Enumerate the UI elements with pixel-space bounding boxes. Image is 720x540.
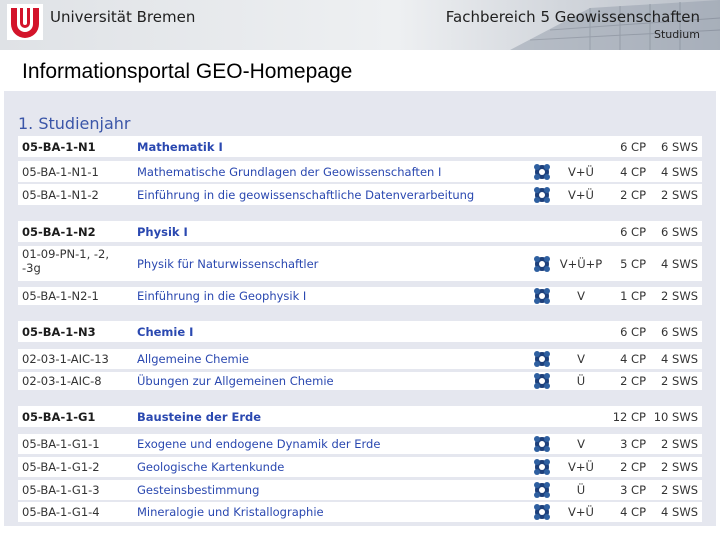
course-type: V+Ü (568, 188, 594, 202)
course-code: 01-09-PN-1, -2, -3g (22, 247, 109, 275)
course-title-link[interactable]: Geologische Kartenkunde (137, 460, 284, 474)
course-code-text-2: -3g (22, 261, 41, 275)
course-code: 02-03-1-AIC-13 (22, 352, 109, 366)
faculty-title: Fachbereich 5 Geowissenschaften (445, 8, 700, 26)
course-sws: 2 SWS (661, 460, 698, 474)
module-row: 05-BA-1-G1 Bausteine der Erde 12 CP 10 SWS (18, 406, 702, 427)
course-credit-points: 1 CP (620, 289, 646, 303)
module-title-link[interactable]: Chemie I (137, 325, 193, 339)
course-sws: 2 SWS (661, 437, 698, 451)
course-sws: 2 SWS (661, 483, 698, 497)
course-code-text: 05-BA-1-N1-2 (22, 188, 99, 202)
module-title-link[interactable]: Physik I (137, 225, 188, 239)
course-code: 05-BA-1-N1-1 (22, 165, 99, 179)
course-title-link[interactable]: Mineralogie und Kristallographie (137, 505, 324, 519)
course-sws: 2 SWS (661, 188, 698, 202)
module-sws: 6 SWS (661, 140, 698, 154)
course-credit-points: 5 CP (620, 257, 646, 271)
module-credit-points: 6 CP (620, 225, 646, 239)
course-title-link[interactable]: Übungen zur Allgemeinen Chemie (137, 374, 334, 388)
course-row: 02-03-1-AIC-13 Allgemeine Chemie V 4 CP 4 SW… (18, 349, 702, 369)
course-row: 02-03-1-AIC-8 Übungen zur Allgemeinen Che… (18, 372, 702, 390)
course-code-text: 05-BA-1-G1-2 (22, 460, 100, 474)
course-sws: 4 SWS (661, 352, 698, 366)
module-code: 05-BA-1-G1 (22, 410, 96, 424)
module-credit-points: 6 CP (620, 140, 646, 154)
course-row: 05-BA-1-G1-4 Mineralogie und Kristallogra… (18, 502, 702, 522)
course-type: V+Ü (568, 505, 594, 519)
course-credit-points: 3 CP (620, 437, 646, 451)
course-row: 05-BA-1-G1-1 Exogene und endogene Dynamik… (18, 434, 702, 454)
course-sws: 4 SWS (661, 257, 698, 271)
year-heading: 1. Studienjahr (18, 114, 131, 133)
course-type: V+Ü+P (559, 257, 603, 271)
module-row: 05-BA-1-N2 Physik I 6 CP 6 SWS (18, 221, 702, 242)
course-credit-points: 2 CP (620, 188, 646, 202)
university-name[interactable]: Universität Bremen (50, 8, 195, 26)
section-label[interactable]: Studium (654, 28, 700, 41)
course-row: 05-BA-1-N2-1 Einführung in die Geophysik … (18, 287, 702, 305)
course-code-text: 05-BA-1-G1-4 (22, 505, 100, 519)
course-code-text: 02-03-1-AIC-13 (22, 352, 109, 366)
course-credit-points: 2 CP (620, 460, 646, 474)
module-row: 05-BA-1-N1 Mathematik I 6 CP 6 SWS (18, 136, 702, 157)
course-code: 05-BA-1-G1-3 (22, 483, 100, 497)
course-title-link[interactable]: Physik für Naturwissenschaftler (137, 257, 318, 271)
course-code-text: 01-09-PN-1, -2, (22, 247, 110, 261)
course-code-text: 05-BA-1-N2-1 (22, 289, 99, 303)
course-code: 05-BA-1-G1-4 (22, 505, 100, 519)
module-code: 05-BA-1-N2 (22, 225, 96, 239)
course-code: 05-BA-1-N2-1 (22, 289, 99, 303)
module-code: 05-BA-1-N3 (22, 325, 96, 339)
course-sws: 4 SWS (661, 505, 698, 519)
module-credit-points: 12 CP (612, 410, 646, 424)
course-credit-points: 4 CP (620, 505, 646, 519)
module-row: 05-BA-1-N3 Chemie I 6 CP 6 SWS (18, 321, 702, 342)
course-credit-points: 4 CP (620, 165, 646, 179)
module-title-link[interactable]: Bausteine der Erde (137, 410, 261, 424)
course-sws: 2 SWS (661, 374, 698, 388)
module-sws: 6 SWS (661, 225, 698, 239)
course-row: 05-BA-1-N1-2 Einführung in die geowissens… (18, 184, 702, 205)
course-table: 1. Studienjahr 05-BA-1-N1 Mathematik I 6 C… (4, 91, 716, 526)
course-code: 05-BA-1-N1-2 (22, 188, 99, 202)
course-row: 01-09-PN-1, -2, -3g Physik für Naturwissen… (18, 246, 702, 281)
site-header: Universität Bremen Fachbereich 5 Geowiss… (0, 0, 720, 50)
course-title-link[interactable]: Mathematische Grundlagen der Geowissensc… (137, 165, 441, 179)
course-title-link[interactable]: Einführung in die geowissenschaftliche D… (137, 188, 474, 202)
course-title-link[interactable]: Einführung in die Geophysik I (137, 289, 306, 303)
course-sws: 2 SWS (661, 289, 698, 303)
course-row: 05-BA-1-N1-1 Mathematische Grundlagen der… (18, 161, 702, 182)
course-code-text: 05-BA-1-N1-1 (22, 165, 99, 179)
course-sws: 4 SWS (661, 165, 698, 179)
course-code-text: 02-03-1-AIC-8 (22, 374, 102, 388)
module-code: 05-BA-1-N1 (22, 140, 96, 154)
course-title-link[interactable]: Exogene und endogene Dynamik der Erde (137, 437, 380, 451)
course-type: V (577, 352, 585, 366)
course-type: Ü (576, 374, 586, 388)
page-title: Informationsportal GEO-Homepage (22, 60, 353, 83)
course-type: V+Ü (568, 165, 594, 179)
course-code: 02-03-1-AIC-8 (22, 374, 102, 388)
course-title-link[interactable]: Gesteinsbestimmung (137, 483, 259, 497)
module-title-link[interactable]: Mathematik I (137, 140, 223, 154)
course-type: V (577, 289, 585, 303)
course-credit-points: 3 CP (620, 483, 646, 497)
course-row: 05-BA-1-G1-3 Gesteinsbestimmung Ü 3 CP 2 SWS (18, 480, 702, 500)
course-row: 05-BA-1-G1-2 Geologische Kartenkunde V+Ü 2 … (18, 457, 702, 477)
course-credit-points: 4 CP (620, 352, 646, 366)
course-credit-points: 2 CP (620, 374, 646, 388)
course-code: 05-BA-1-G1-2 (22, 460, 100, 474)
course-code: 05-BA-1-G1-1 (22, 437, 100, 451)
course-code-text: 05-BA-1-G1-1 (22, 437, 100, 451)
module-sws: 6 SWS (661, 325, 698, 339)
course-type: V+Ü (568, 460, 594, 474)
module-sws: 10 SWS (653, 410, 698, 424)
course-title-link[interactable]: Allgemeine Chemie (137, 352, 249, 366)
course-type: V (577, 437, 585, 451)
course-type: Ü (576, 483, 586, 497)
module-credit-points: 6 CP (620, 325, 646, 339)
course-code-text: 05-BA-1-G1-3 (22, 483, 100, 497)
university-logo-icon[interactable] (7, 4, 43, 40)
